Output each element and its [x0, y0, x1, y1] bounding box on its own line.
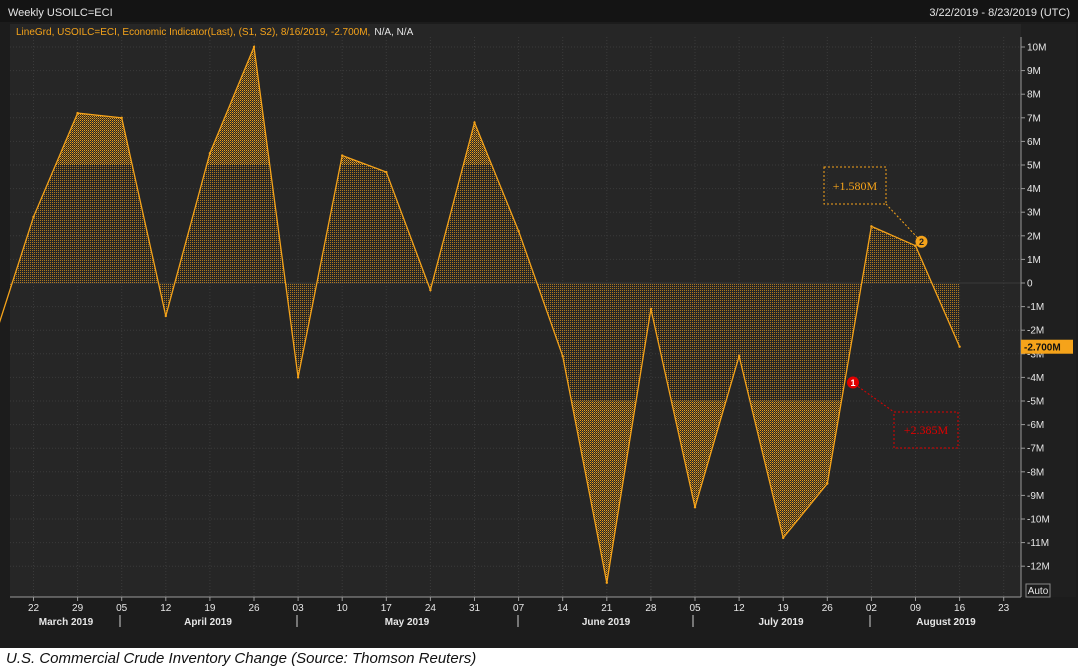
- x-tick-label: 22: [28, 603, 40, 614]
- y-tick-label: 9M: [1027, 66, 1041, 77]
- y-tick-label: -10M: [1027, 515, 1050, 526]
- y-tick-label: -11M: [1027, 538, 1049, 549]
- y-tick-label: -7M: [1027, 444, 1044, 455]
- data-point: [693, 506, 697, 509]
- data-point: [737, 354, 741, 358]
- chart-svg: Weekly USOILC=ECI 3/22/2019 - 8/23/2019 …: [0, 0, 1078, 648]
- data-point: [296, 376, 300, 379]
- month-label: April 2019: [184, 617, 232, 628]
- data-point: [605, 581, 608, 584]
- x-tick-label: 09: [910, 603, 922, 614]
- y-tick-label: -6M: [1027, 420, 1044, 431]
- x-tick-label: 19: [778, 603, 790, 614]
- x-tick-label: 17: [381, 603, 393, 614]
- month-label: May 2019: [385, 617, 430, 628]
- x-tick-label: 28: [645, 603, 657, 614]
- legend-line: LineGrd, USOILC=ECI, Economic Indicator(…: [16, 27, 414, 38]
- x-tick-label: 07: [513, 603, 525, 614]
- y-tick-label: 0: [1027, 279, 1033, 290]
- x-tick-label: 05: [689, 603, 701, 614]
- x-tick-label: 14: [557, 603, 569, 614]
- data-point: [429, 288, 432, 292]
- chart-panel: Weekly USOILC=ECI 3/22/2019 - 8/23/2019 …: [0, 0, 1078, 667]
- y-tick-label: 6M: [1027, 137, 1041, 148]
- annotation-2-number: 2: [919, 237, 924, 247]
- data-point: [385, 170, 388, 174]
- y-tick-label: 10M: [1027, 43, 1046, 54]
- legend-na-text: N/A, N/A: [374, 27, 413, 38]
- auto-scale-button[interactable]: Auto: [1025, 583, 1051, 598]
- y-tick-label: -2M: [1027, 326, 1044, 337]
- data-point: [561, 354, 564, 358]
- data-point: [252, 45, 256, 49]
- data-point: [782, 536, 785, 540]
- y-tick-label: 5M: [1027, 161, 1041, 172]
- annotation-1-text: +2.385M: [904, 423, 949, 437]
- data-point: [32, 215, 35, 219]
- y-tick-label: -1M: [1027, 302, 1044, 313]
- x-tick-label: 10: [337, 603, 349, 614]
- x-tick-label: 23: [998, 603, 1010, 614]
- data-point: [341, 154, 344, 157]
- auto-label: Auto: [1028, 586, 1049, 597]
- x-tick-label: 26: [822, 603, 834, 614]
- y-tick-label: -4M: [1027, 373, 1044, 384]
- last-value-label: -2.700M: [1024, 343, 1061, 354]
- data-point: [649, 307, 653, 311]
- data-point: [914, 244, 917, 247]
- y-tick-label: 4M: [1027, 184, 1041, 195]
- y-tick-label: 2M: [1027, 231, 1041, 242]
- data-point: [958, 345, 961, 348]
- figure-caption: U.S. Commercial Crude Inventory Change (…: [6, 650, 477, 667]
- x-tick-label: 12: [160, 603, 172, 614]
- date-range: 3/22/2019 - 8/23/2019 (UTC): [929, 7, 1070, 19]
- x-tick-label: 02: [866, 603, 878, 614]
- header-strip: [0, 0, 1078, 22]
- y-tick-label: 8M: [1027, 90, 1041, 101]
- last-value-marker: -2.700M: [1021, 339, 1073, 354]
- data-point: [120, 116, 123, 120]
- x-tick-label: 05: [116, 603, 128, 614]
- data-point: [870, 225, 873, 228]
- y-tick-label: -8M: [1027, 467, 1044, 478]
- data-point: [208, 152, 212, 155]
- data-point: [164, 314, 167, 318]
- data-point: [826, 482, 829, 485]
- x-tick-label: 19: [204, 603, 216, 614]
- x-tick-label: 12: [734, 603, 746, 614]
- month-label: March 2019: [39, 617, 94, 628]
- annotation-1-number: 1: [850, 378, 855, 388]
- chart-title: Weekly USOILC=ECI: [8, 7, 113, 19]
- month-label: July 2019: [758, 617, 803, 628]
- data-point: [76, 111, 79, 115]
- plot-area: [10, 24, 1021, 597]
- x-tick-label: 26: [248, 603, 260, 614]
- x-tick-label: 31: [469, 603, 481, 614]
- month-label: August 2019: [916, 617, 976, 628]
- x-tick-label: 16: [954, 603, 966, 614]
- y-tick-label: -9M: [1027, 491, 1044, 502]
- x-tick-label: 24: [425, 603, 437, 614]
- y-tick-label: 3M: [1027, 208, 1041, 219]
- y-tick-label: 1M: [1027, 255, 1041, 266]
- x-tick-label: 29: [72, 603, 84, 614]
- y-tick-label: -12M: [1027, 562, 1050, 573]
- x-tick-label: 21: [601, 603, 613, 614]
- annotation-2-text: +1.580M: [833, 179, 878, 193]
- month-label: June 2019: [582, 617, 631, 628]
- y-tick-label: 7M: [1027, 113, 1041, 124]
- data-point: [473, 121, 476, 124]
- y-tick-label: -5M: [1027, 397, 1044, 408]
- x-tick-label: 03: [293, 603, 305, 614]
- legend-series-text: LineGrd, USOILC=ECI, Economic Indicator(…: [16, 27, 370, 38]
- data-point: [517, 229, 520, 233]
